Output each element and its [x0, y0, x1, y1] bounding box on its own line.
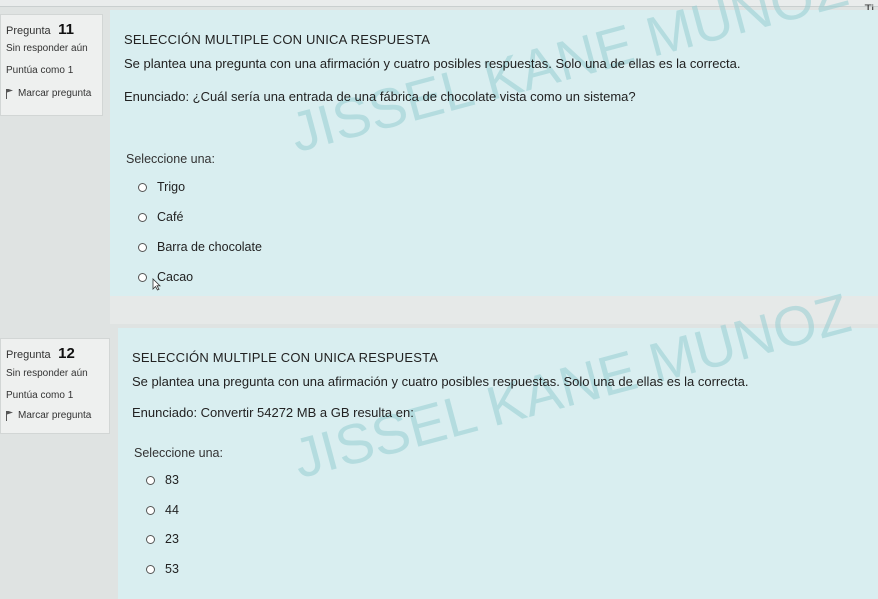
select-one-prompt: Seleccione una: [134, 446, 223, 460]
question-12-info: Pregunta 12 Sin responder aún Puntúa com… [0, 338, 110, 434]
flag-question-label: Marcar pregunta [18, 88, 92, 99]
answer-option-label: Cacao [157, 270, 194, 284]
question-type: SELECCIÓN MULTIPLE CON UNICA RESPUESTA [124, 32, 431, 47]
radio-button[interactable] [138, 212, 147, 222]
select-one-prompt: Seleccione una: [126, 152, 215, 166]
answer-option-label: Trigo [157, 180, 186, 194]
question-11-content: JISSEL KANE MUNOZ SELECCIÓN MULTIPLE CON… [110, 0, 878, 296]
question-label: Pregunta [6, 25, 51, 37]
radio-button[interactable] [146, 475, 155, 485]
radio-button[interactable] [146, 505, 155, 515]
radio-button[interactable] [146, 534, 155, 544]
answer-option-label: 44 [165, 503, 179, 517]
question-instructions: Se plantea una pregunta con una afirmaci… [132, 374, 749, 389]
radio-button[interactable] [146, 564, 155, 574]
question-score: Puntúa como 1 [6, 390, 74, 401]
answer-option-label: 83 [165, 473, 179, 487]
answer-option-label: 53 [165, 562, 179, 576]
answer-option-label: Café [157, 210, 184, 224]
answer-option-barra-de-chocolate[interactable]: Barra de chocolate [138, 240, 262, 254]
flag-question-label: Marcar pregunta [18, 410, 92, 421]
radio-button[interactable] [138, 242, 147, 252]
watermark: JISSEL KANE MUNOZ [283, 0, 854, 165]
question-number: 11 [58, 21, 74, 38]
question-11-info: Pregunta 11 Sin responder aún Puntúa com… [0, 14, 103, 116]
flag-question-button[interactable]: Marcar pregunta [6, 410, 104, 421]
answer-option-cacao[interactable]: Cacao [138, 270, 193, 284]
top-bar [0, 0, 878, 7]
question-statement: Enunciado: ¿Cuál sería una entrada de un… [124, 89, 636, 104]
question-status: Sin responder aún [6, 368, 88, 379]
question-label: Pregunta [6, 349, 51, 361]
question-instructions: Se plantea una pregunta con una afirmaci… [124, 56, 741, 71]
flag-question-button[interactable]: Marcar pregunta [6, 88, 97, 99]
answer-option-83[interactable]: 83 [146, 473, 179, 487]
answer-option-44[interactable]: 44 [146, 503, 179, 517]
question-score: Puntúa como 1 [6, 65, 74, 76]
radio-button[interactable] [138, 272, 147, 282]
mouse-cursor-icon [152, 278, 161, 291]
question-12-content: JISSEL KANE MUNOZ SELECCIÓN MULTIPLE CON… [118, 281, 878, 599]
question-number: 12 [58, 345, 75, 362]
section-separator [110, 296, 878, 324]
question-statement: Enunciado: Convertir 54272 MB a GB resul… [132, 405, 414, 420]
answer-option-cafe[interactable]: Café [138, 210, 183, 224]
answer-option-53[interactable]: 53 [146, 562, 179, 576]
question-11-heading: Pregunta 11 [6, 21, 97, 39]
question-12-heading: Pregunta 12 [6, 345, 104, 363]
answer-option-label: 23 [165, 532, 179, 546]
answer-option-trigo[interactable]: Trigo [138, 180, 185, 194]
flag-icon [6, 88, 14, 99]
answer-option-23[interactable]: 23 [146, 532, 179, 546]
radio-button[interactable] [138, 182, 147, 192]
flag-icon [6, 410, 14, 421]
question-status: Sin responder aún [6, 43, 88, 54]
answer-option-label: Barra de chocolate [157, 240, 262, 254]
question-type: SELECCIÓN MULTIPLE CON UNICA RESPUESTA [132, 350, 439, 365]
